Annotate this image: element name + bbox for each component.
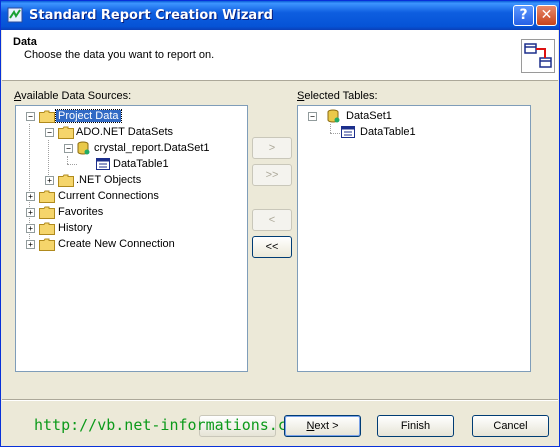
tree-item-favorites[interactable]: + Favorites	[22, 205, 222, 221]
folder-icon	[39, 190, 55, 203]
tree-item-dataset[interactable]: − DataSet1	[304, 109, 504, 125]
add-all-tables-button[interactable]: >>	[252, 164, 292, 186]
help-icon: ?	[519, 7, 528, 23]
tree-item-datatable[interactable]: DataTable1	[324, 125, 504, 141]
footer-divider	[2, 399, 558, 401]
help-button[interactable]: ?	[513, 5, 534, 26]
folder-icon	[39, 206, 55, 219]
folder-open-icon	[58, 126, 74, 139]
database-icon	[77, 141, 90, 155]
cancel-button[interactable]: Cancel	[472, 415, 549, 437]
remove-table-button[interactable]: <	[252, 209, 292, 231]
expand-icon[interactable]: +	[45, 176, 54, 185]
folder-icon	[39, 238, 55, 251]
window-title: Standard Report Creation Wizard	[29, 8, 273, 23]
tree-item-net-objects[interactable]: + .NET Objects	[41, 173, 221, 189]
selected-tables-tree[interactable]: − DataSet1 DataTable1	[297, 105, 531, 372]
watermark-text: http://vb.net-informations.com	[34, 416, 305, 434]
expand-icon[interactable]: +	[26, 240, 35, 249]
tree-item-history[interactable]: + History	[22, 221, 222, 237]
finish-button[interactable]: Finish	[377, 415, 454, 437]
next-button[interactable]: Next >	[284, 415, 361, 437]
table-icon	[96, 158, 110, 170]
folder-icon	[39, 222, 55, 235]
tree-item-dataset[interactable]: − crystal_report.DataSet1	[60, 141, 240, 157]
tree-label: ADO.NET DataSets	[76, 126, 173, 138]
folder-open-icon	[39, 110, 55, 123]
tree-label: Current Connections	[58, 190, 159, 202]
collapse-icon[interactable]: −	[64, 144, 73, 153]
app-icon	[7, 7, 23, 23]
tree-label: DataTable1	[113, 158, 169, 170]
close-icon: ✕	[540, 7, 553, 23]
table-icon	[341, 126, 355, 138]
add-table-button[interactable]: >	[252, 137, 292, 159]
tree-label: Project Data	[55, 109, 122, 123]
page-title: Data	[13, 36, 37, 48]
title-bar[interactable]: Standard Report Creation Wizard ? ✕	[1, 1, 559, 30]
wizard-header: Data Choose the data you want to report …	[2, 30, 558, 81]
collapse-icon[interactable]: −	[45, 128, 54, 137]
tree-item-project-data[interactable]: − Project Data	[22, 109, 222, 125]
tree-item-current-connections[interactable]: + Current Connections	[22, 189, 222, 205]
tree-label: DataSet1	[346, 110, 392, 122]
available-sources-tree[interactable]: − Project Data − ADO.NET DataSets − crys…	[15, 105, 248, 372]
expand-icon[interactable]: +	[26, 208, 35, 217]
collapse-icon[interactable]: −	[26, 112, 35, 121]
collapse-icon[interactable]: −	[308, 112, 317, 121]
tree-item-ado-net[interactable]: − ADO.NET DataSets	[41, 125, 221, 141]
tree-label: History	[58, 222, 93, 234]
expand-icon[interactable]: +	[26, 192, 35, 201]
close-button[interactable]: ✕	[536, 5, 557, 26]
available-sources-label: Available Data Sources:	[14, 90, 132, 102]
data-tables-icon	[521, 39, 555, 73]
tree-label: Create New Connection	[58, 238, 175, 250]
tree-label: Favorites	[58, 206, 104, 218]
tree-label: .NET Objects	[76, 174, 142, 186]
tree-item-create-new-connection[interactable]: + Create New Connection	[22, 237, 222, 253]
tree-label: crystal_report.DataSet1	[94, 142, 210, 154]
database-icon	[327, 109, 340, 123]
remove-all-tables-button[interactable]: <<	[252, 236, 292, 258]
page-subtitle: Choose the data you want to report on.	[24, 49, 215, 61]
tree-item-datatable[interactable]: DataTable1	[80, 157, 200, 173]
tree-label: DataTable1	[360, 126, 416, 138]
expand-icon[interactable]: +	[26, 224, 35, 233]
folder-icon	[58, 174, 74, 187]
wizard-window: Standard Report Creation Wizard ? ✕ Data…	[0, 0, 560, 447]
selected-tables-label: Selected Tables:	[297, 90, 378, 102]
